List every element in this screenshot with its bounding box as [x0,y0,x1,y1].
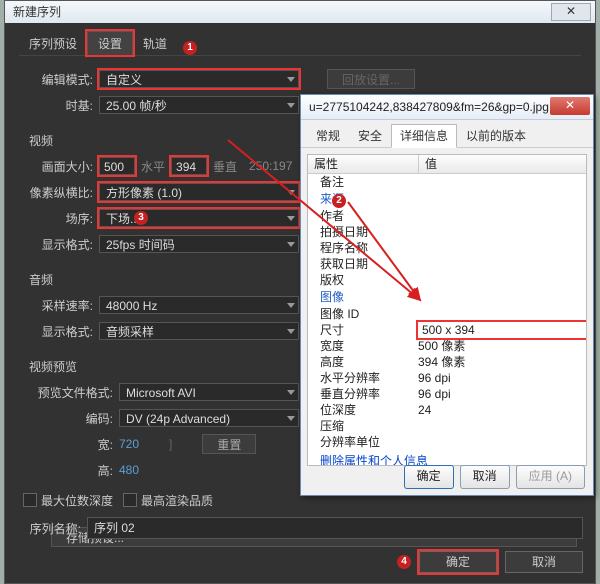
table-row: 程序名称 [308,240,586,256]
seq-name-input[interactable]: 序列 02 [87,517,583,539]
sample-rate-label: 采样速率: [23,297,93,314]
tab-settings[interactable]: 设置 [87,31,133,55]
reset-button[interactable]: 重置 [202,434,256,454]
table-row: 图像 ID [308,306,586,322]
col-value: 值 [419,155,586,173]
revert-playback-button[interactable]: 回放设置... [327,69,415,89]
frame-size-label: 画面大小: [23,158,93,175]
props-tab-general[interactable]: 常规 [307,124,349,147]
col-property: 属性 [308,155,419,173]
vert-label: 垂直 [213,158,237,175]
fields-dropdown[interactable]: 下场... 3 [99,209,299,227]
props-apply-button[interactable]: 应用 (A) [516,465,585,489]
annotation-badge-3: 3 [134,211,148,225]
chevron-down-icon [287,416,295,421]
group-source: 来源 [308,190,586,208]
props-tabs: 常规 安全 详细信息 以前的版本 [301,120,593,148]
disp-fmt-dropdown[interactable]: 25fps 时间码 [99,235,299,253]
chevron-down-icon [287,216,295,221]
table-row: 压缩 [308,418,586,434]
seq-name-label: 序列名称: [17,520,81,537]
table-row: 尺寸500 x 394 [308,322,586,338]
group-image: 图像 [308,288,586,306]
max-bit-depth-label: 最大位数深度 [41,492,113,509]
cancel-button[interactable]: 取消 [505,551,583,573]
disp-fmt-label: 显示格式: [23,236,93,253]
table-row: 垂直分辨率96 dpi [308,386,586,402]
table-row: 作者 [308,208,586,224]
dialog-title: 新建序列 [13,5,61,19]
ratio-hint: 250:197 [249,159,292,173]
pixel-aspect-label: 像素纵横比: [23,184,93,201]
codec-dropdown[interactable]: DV (24p Advanced) [119,409,299,427]
props-close-button[interactable]: ✕ [550,97,590,115]
fields-label: 场序: [23,210,93,227]
audio-disp-dropdown[interactable]: 音频采样 [99,322,299,340]
close-button[interactable]: ✕ [551,3,591,21]
annotation-badge-2: 2 [332,194,346,208]
table-row: 分辨率单位 [308,434,586,450]
props-tab-security[interactable]: 安全 [349,124,391,147]
props-tab-previous[interactable]: 以前的版本 [457,124,535,147]
chevron-down-icon [287,242,295,247]
height-label: 高: [23,462,113,479]
file-properties-window: u=2775104242,838427809&fm=26&gp=0.jpg 属.… [300,94,594,496]
props-ok-button[interactable]: 确定 [404,465,454,489]
chevron-down-icon [287,390,295,395]
timebase-label: 时基: [23,97,93,114]
props-table-head: 属性 值 [308,155,586,174]
chevron-down-icon [287,77,295,82]
max-render-quality-checkbox[interactable] [123,493,137,507]
width-label: 宽: [23,436,113,453]
timebase-dropdown[interactable]: 25.00 帧/秒 [99,96,299,114]
frame-width-input[interactable]: 500 [99,157,135,175]
dialog-tabs: 序列预设 设置 轨道 1 [19,33,581,56]
table-row: 高度394 像素 [308,354,586,370]
horiz-label: 水平 [141,158,165,175]
width-value[interactable]: 720 [119,437,139,451]
max-render-quality-label: 最高渲染品质 [141,492,213,509]
props-title-text: u=2775104242,838427809&fm=26&gp=0.jpg 属.… [309,100,574,114]
chevron-down-icon [287,190,295,195]
annotation-badge-1: 1 [183,41,197,55]
table-row: 版权 [308,272,586,288]
max-bit-depth-checkbox[interactable] [23,493,37,507]
table-row: 获取日期 [308,256,586,272]
ok-button[interactable]: 确定 [419,551,497,573]
codec-label: 编码: [23,410,113,427]
props-title-bar: u=2775104242,838427809&fm=26&gp=0.jpg 属.… [301,95,593,120]
dialog-title-bar: 新建序列 ✕ [5,1,595,23]
props-cancel-button[interactable]: 取消 [460,465,510,489]
chevron-down-icon [287,329,295,334]
table-row: 宽度500 像素 [308,338,586,354]
edit-mode-dropdown[interactable]: 自定义 [99,70,299,88]
audio-disp-label: 显示格式: [23,323,93,340]
table-row: 拍摄日期 [308,224,586,240]
frame-height-input[interactable]: 394 [171,157,207,175]
preview-file-dropdown[interactable]: Microsoft AVI [119,383,299,401]
tab-tracks[interactable]: 轨道 [133,32,177,55]
annotation-badge-4: 4 [397,555,411,569]
height-value[interactable]: 480 [119,463,139,477]
sample-rate-dropdown[interactable]: 48000 Hz [99,296,299,314]
props-body: 属性 值 备注 来源 作者拍摄日期程序名称获取日期版权 图像 图像 ID尺寸50… [307,154,587,466]
delete-properties-link[interactable]: 删除属性和个人信息 [308,450,428,466]
table-row: 水平分辨率96 dpi [308,370,586,386]
tab-presets[interactable]: 序列预设 [19,32,87,55]
chevron-down-icon [287,103,295,108]
props-tab-details[interactable]: 详细信息 [391,124,457,148]
preview-file-label: 预览文件格式: [23,384,113,401]
edit-mode-label: 编辑模式: [23,71,93,88]
table-row: 位深度24 [308,402,586,418]
chevron-down-icon [287,303,295,308]
pixel-aspect-dropdown[interactable]: 方形像素 (1.0) [99,183,299,201]
